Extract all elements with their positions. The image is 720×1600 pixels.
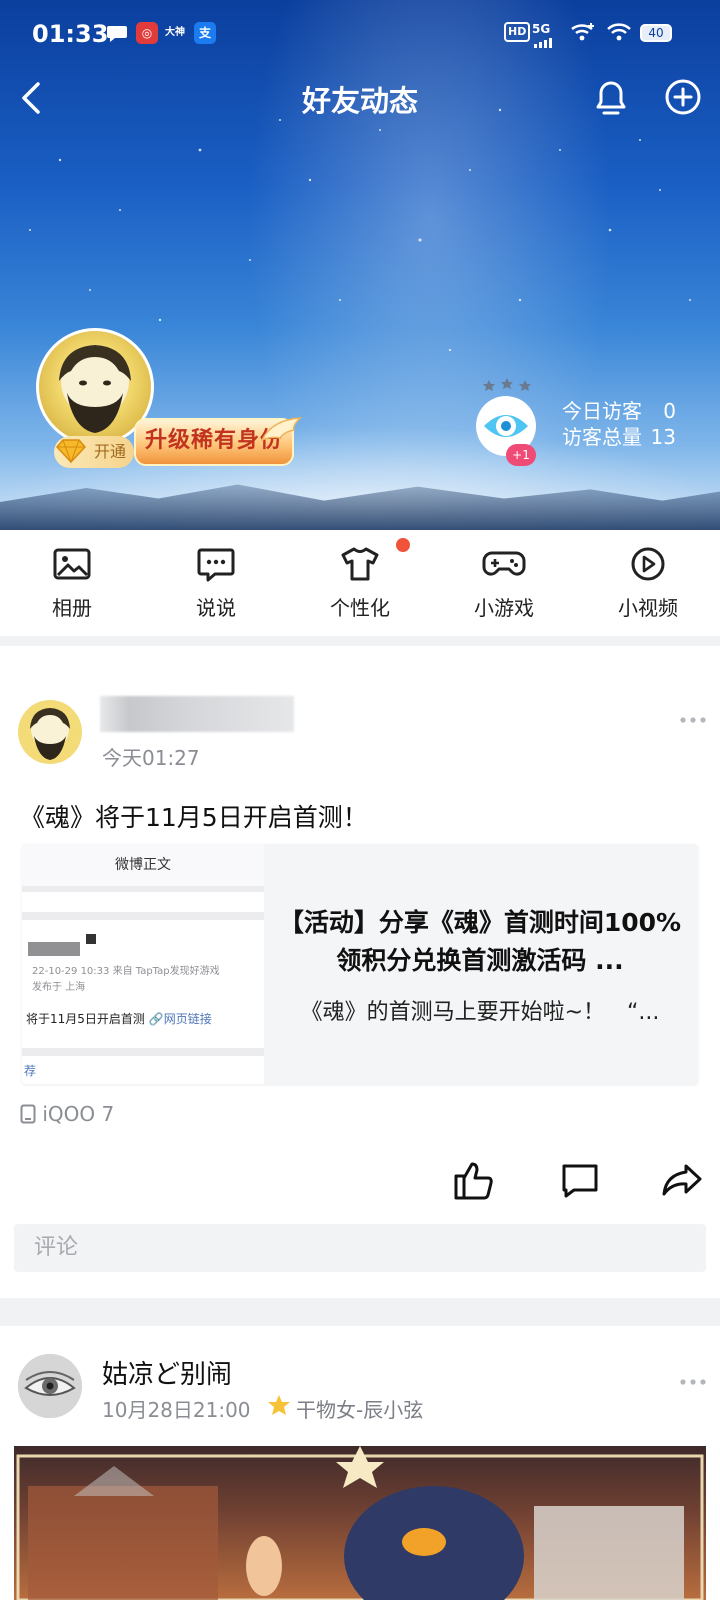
shortcut-minigame-label: 小游戏 <box>474 596 534 620</box>
comment-input[interactable]: 评论 <box>14 1224 706 1272</box>
portrait-image <box>18 700 82 764</box>
thumb-redacted-block <box>86 934 96 944</box>
status-time: 01:33 <box>32 20 109 48</box>
chat-bubble-icon <box>106 22 128 44</box>
post-author-name-redacted <box>100 696 294 732</box>
photo-album-icon <box>53 548 91 580</box>
vip-open-label: 开通 <box>93 442 126 461</box>
game-artwork-image <box>16 1446 704 1600</box>
wifi-icon <box>606 22 632 46</box>
tshirt-icon <box>341 547 379 581</box>
shared-link-desc: 《魂》的首测马上要开始啦~！ “... <box>300 1000 660 1025</box>
netease-music-icon: ◎ <box>136 22 158 44</box>
post-text: 《魂》将于11月5日开启首测！ <box>20 803 368 832</box>
plus-circle-icon <box>665 79 701 115</box>
network-indicator: 5G <box>532 22 551 36</box>
thumb-header: 微博正文 <box>22 844 264 886</box>
visitor-new-badge: +1 <box>506 444 536 466</box>
add-button[interactable] <box>664 78 702 116</box>
section-divider <box>0 636 720 646</box>
post-more-button[interactable] <box>680 706 706 731</box>
status-bar: 01:33 ◎ 大神 支 HD 5G 40 <box>0 0 720 66</box>
thumbs-up-icon <box>454 1162 493 1200</box>
shortcut-album-label: 相册 <box>52 596 92 620</box>
thumb-block: 荐 <box>22 1056 264 1084</box>
thumb-redacted-block <box>28 942 80 956</box>
visitor-stars-icon <box>483 378 531 391</box>
hd-indicator: HD <box>504 22 531 42</box>
phone-icon <box>20 1104 36 1124</box>
thumb-text-body: 将于11月5日开启首测 <box>26 1012 145 1026</box>
thumb-block <box>22 892 264 912</box>
section-divider <box>0 1298 720 1326</box>
shortcut-shuoshuo[interactable]: 说说 <box>144 530 288 636</box>
post-time: 今天01:27 <box>102 746 200 770</box>
post-image[interactable] <box>14 1446 706 1600</box>
thumb-block: 22-10-29 10:33 来自 TapTap发现好游戏 发布于 上海 将于1… <box>22 920 264 1048</box>
thumb-tag: 荐 <box>24 1064 37 1078</box>
today-visitors-value: 0 <box>663 399 676 423</box>
shortcut-minivideo-label: 小视频 <box>618 596 678 620</box>
speech-bubble-icon <box>197 548 235 582</box>
post-author-avatar[interactable] <box>18 700 82 764</box>
battery-indicator: 40 <box>640 24 672 42</box>
shared-link-title: 【活动】分享《魂》首测时间100%领积分兑换首测激活码 ... <box>278 908 682 975</box>
thumb-meta-line2: 发布于 上海 <box>32 982 86 993</box>
shortcut-personalize-label: 个性化 <box>330 596 390 620</box>
wifi-plus-icon <box>570 22 596 46</box>
diamond-icon <box>55 438 87 464</box>
total-visitors-label: 访客总量 <box>562 425 642 449</box>
post-author-name[interactable]: 姑凉ど别闹 <box>102 1354 232 1391</box>
eye-sketch-image <box>18 1354 82 1418</box>
personalize-notification-dot <box>396 538 410 552</box>
shortcut-bar: 相册 说说 个性化 小游戏 小视频 <box>0 530 720 636</box>
visitor-stats[interactable]: 今日访客 0 访客总量 13 <box>562 398 676 450</box>
more-dots-icon <box>680 717 706 723</box>
thumb-text: 将于11月5日开启首测 🔗网页链接 <box>26 1010 212 1027</box>
today-visitors-row: 今日访客 0 <box>562 398 676 424</box>
comment-button[interactable] <box>558 1158 602 1202</box>
thumb-meta-line1: 22-10-29 10:33 来自 TapTap发现好游戏 <box>32 966 220 977</box>
signal-icon <box>534 36 554 52</box>
like-button[interactable] <box>452 1158 496 1202</box>
share-button[interactable] <box>660 1158 704 1202</box>
wing-icon <box>260 417 302 442</box>
notification-button[interactable] <box>592 78 630 118</box>
more-dots-icon <box>680 1379 706 1385</box>
shortcut-personalize[interactable]: 个性化 <box>288 530 432 636</box>
shortcut-album[interactable]: 相册 <box>0 530 144 636</box>
total-visitors-row: 访客总量 13 <box>562 424 676 450</box>
thumb-link-label: 网页链接 <box>163 1012 212 1026</box>
shared-link-thumbnail: 微博正文 22-10-29 10:33 来自 TapTap发现好游戏 发布于 上… <box>22 844 264 1084</box>
shortcut-shuoshuo-label: 说说 <box>196 596 236 620</box>
shortcut-minivideo[interactable]: 小视频 <box>576 530 720 636</box>
thumb-link: 🔗网页链接 <box>148 1012 212 1026</box>
star-badge-icon <box>268 1395 290 1415</box>
dashen-app-icon: 大神 <box>165 27 185 38</box>
play-circle-icon <box>631 547 665 581</box>
total-visitors-value: 13 <box>650 425 676 449</box>
shortcut-minigame[interactable]: 小游戏 <box>432 530 576 636</box>
post-author-title: 干物女-辰小弦 <box>296 1398 424 1422</box>
post-device-label: iQOO 7 <box>42 1102 115 1126</box>
post-more-button[interactable] <box>680 1368 706 1393</box>
gamepad-icon <box>482 551 526 576</box>
alipay-icon: 支 <box>194 22 216 44</box>
share-arrow-icon <box>662 1164 702 1196</box>
post-time: 10月28日21:00 <box>102 1398 251 1422</box>
shared-link-card[interactable]: 微博正文 22-10-29 10:33 来自 TapTap发现好游戏 发布于 上… <box>22 844 698 1084</box>
post-author-avatar[interactable] <box>18 1354 82 1418</box>
today-visitors-label: 今日访客 <box>562 399 642 423</box>
post-device: iQOO 7 <box>20 1102 114 1126</box>
bell-icon <box>596 81 626 115</box>
comment-icon <box>562 1164 598 1198</box>
